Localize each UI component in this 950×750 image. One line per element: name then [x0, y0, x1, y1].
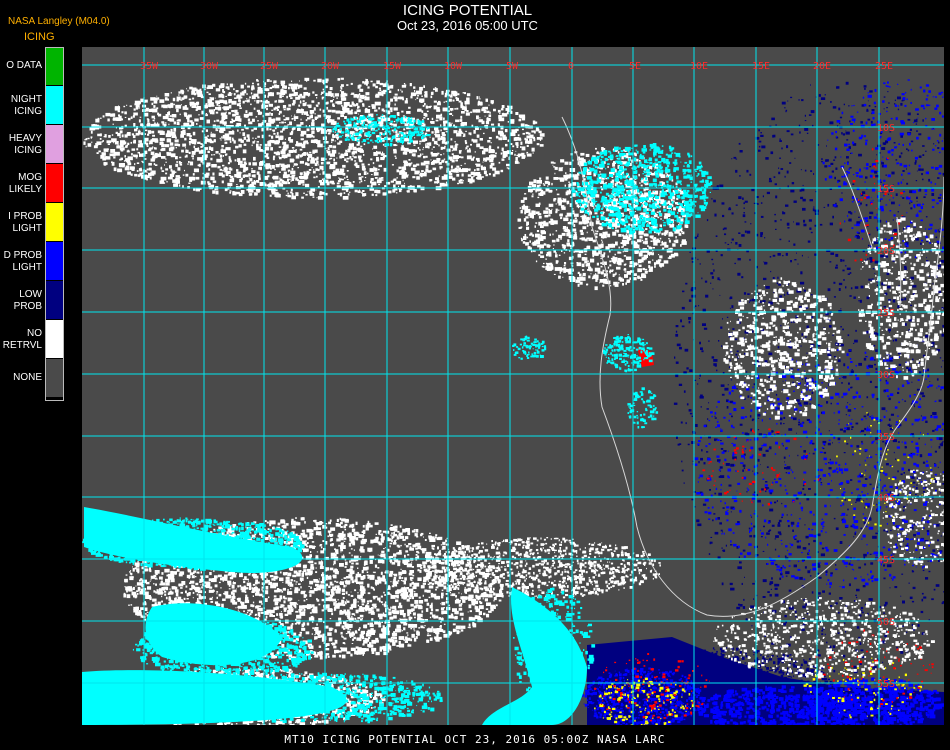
lon-label: 20W [321, 61, 340, 72]
night-icing-area [512, 335, 547, 360]
lon-label: 25E [875, 61, 893, 72]
night-icing-area [572, 143, 713, 235]
legend-label-line: LOW [14, 289, 42, 301]
lon-label: 0 [568, 61, 574, 72]
legend-label-line: HEAVY [9, 133, 42, 145]
legend-label-line: O DATA [6, 60, 42, 72]
lon-label: 10W [444, 61, 463, 72]
legend-swatch [46, 47, 64, 85]
no-retrieval-clouds [423, 537, 661, 599]
legend-label-line: NIGHT [11, 94, 42, 106]
lat-label: 50S [877, 617, 895, 628]
lat-label: 40S [877, 493, 895, 504]
legend-item-label: LOW PROB [14, 289, 42, 313]
legend-swatch [46, 203, 64, 241]
lat-label: 35S [877, 432, 895, 443]
legend-item: HEAVY ICING [0, 125, 70, 164]
legend-item-label: MOG LIKELY [9, 172, 42, 196]
no-retrieval-clouds [83, 77, 545, 200]
legend-label-line: RETRVL [3, 340, 42, 352]
legend-item-label: I PROB LIGHT [8, 211, 42, 235]
night-icing-area [627, 387, 659, 429]
legend-item-label: HEAVY ICING [9, 133, 42, 157]
legend-label-line: ICING [11, 106, 42, 118]
header: NASA Langley (M04.0) ICING POTENTIAL Oct… [0, 0, 950, 44]
legend-label-line: D PROB [4, 250, 42, 262]
legend-item-label: NO RETRVL [3, 328, 42, 352]
legend-swatch [46, 86, 64, 124]
lon-label: 15E [752, 61, 770, 72]
lon-label: 35W [140, 61, 159, 72]
legend-item-label: D PROB LIGHT [4, 250, 42, 274]
lon-label: 25W [260, 61, 279, 72]
timestamp: Oct 23, 2016 05:00 UTC [0, 18, 935, 33]
low-prob-area [673, 81, 944, 677]
legend-label-line: ICING [9, 145, 42, 157]
lon-label: 10E [690, 61, 708, 72]
legend-item: LOW PROB [0, 281, 70, 320]
lat-label: 45S [877, 555, 895, 566]
lat-label: 30S [877, 370, 895, 381]
lon-label: 20E [813, 61, 831, 72]
legend-swatch [46, 164, 64, 202]
legend-item-label: NIGHT ICING [11, 94, 42, 118]
legend-label-line: I PROB [8, 211, 42, 223]
legend-label-line: LIGHT [4, 262, 42, 274]
legend-label-line: NO [3, 328, 42, 340]
legend-label-line: PROB [14, 301, 42, 313]
legend-title: ICING [24, 31, 55, 43]
lat-label: 25S [877, 308, 895, 319]
lon-label: 5W [506, 61, 519, 72]
legend-swatch [46, 125, 64, 163]
legend-item-label: O DATA [6, 60, 42, 72]
legend-label-line: LIGHT [8, 223, 42, 235]
legend-item: I PROB LIGHT [0, 203, 70, 242]
legend-swatch [46, 281, 64, 319]
lon-label: 15W [383, 61, 402, 72]
legend-label-line: LIKELY [9, 184, 42, 196]
lat-label: 20S [877, 246, 895, 257]
legend-item: NIGHT ICING [0, 86, 70, 125]
page-title: ICING POTENTIAL [0, 2, 935, 19]
legend-swatch [46, 242, 64, 280]
legend-label-line: NONE [13, 372, 42, 384]
no-retrieval-clouds [882, 469, 944, 569]
legend-swatch [46, 320, 64, 358]
no-retrieval-clouds [723, 277, 845, 420]
lon-label: 5E [629, 61, 641, 72]
legend-item: NO RETRVL [0, 320, 70, 359]
map-canvas: 35W 30W 25W 20W 15W 10W 5W 0 5E 10E 15E 20E 25E 10S 15… [82, 47, 944, 725]
lon-label: 30W [200, 61, 219, 72]
legend-item: NONE [0, 359, 70, 398]
light-icing-area [836, 412, 934, 527]
legend-item: MOG LIKELY [0, 164, 70, 203]
legend-item: O DATA [0, 47, 70, 86]
legend-item-label: NONE [13, 372, 42, 384]
lat-label: 10S [877, 123, 895, 134]
legend-label-line: MOG [9, 172, 42, 184]
legend-item: D PROB LIGHT [0, 242, 70, 281]
legend-swatch [46, 359, 64, 397]
lat-label: 55S [877, 679, 895, 690]
lat-label: 15S [877, 184, 895, 195]
icing-map[interactable]: 35W 30W 25W 20W 15W 10W 5W 0 5E 10E 15E 20E 25E 10S 15… [82, 47, 944, 725]
footer-caption: MT10 ICING POTENTIAL OCT 23, 2016 05:00Z… [0, 733, 950, 746]
night-icing-area [602, 334, 655, 373]
